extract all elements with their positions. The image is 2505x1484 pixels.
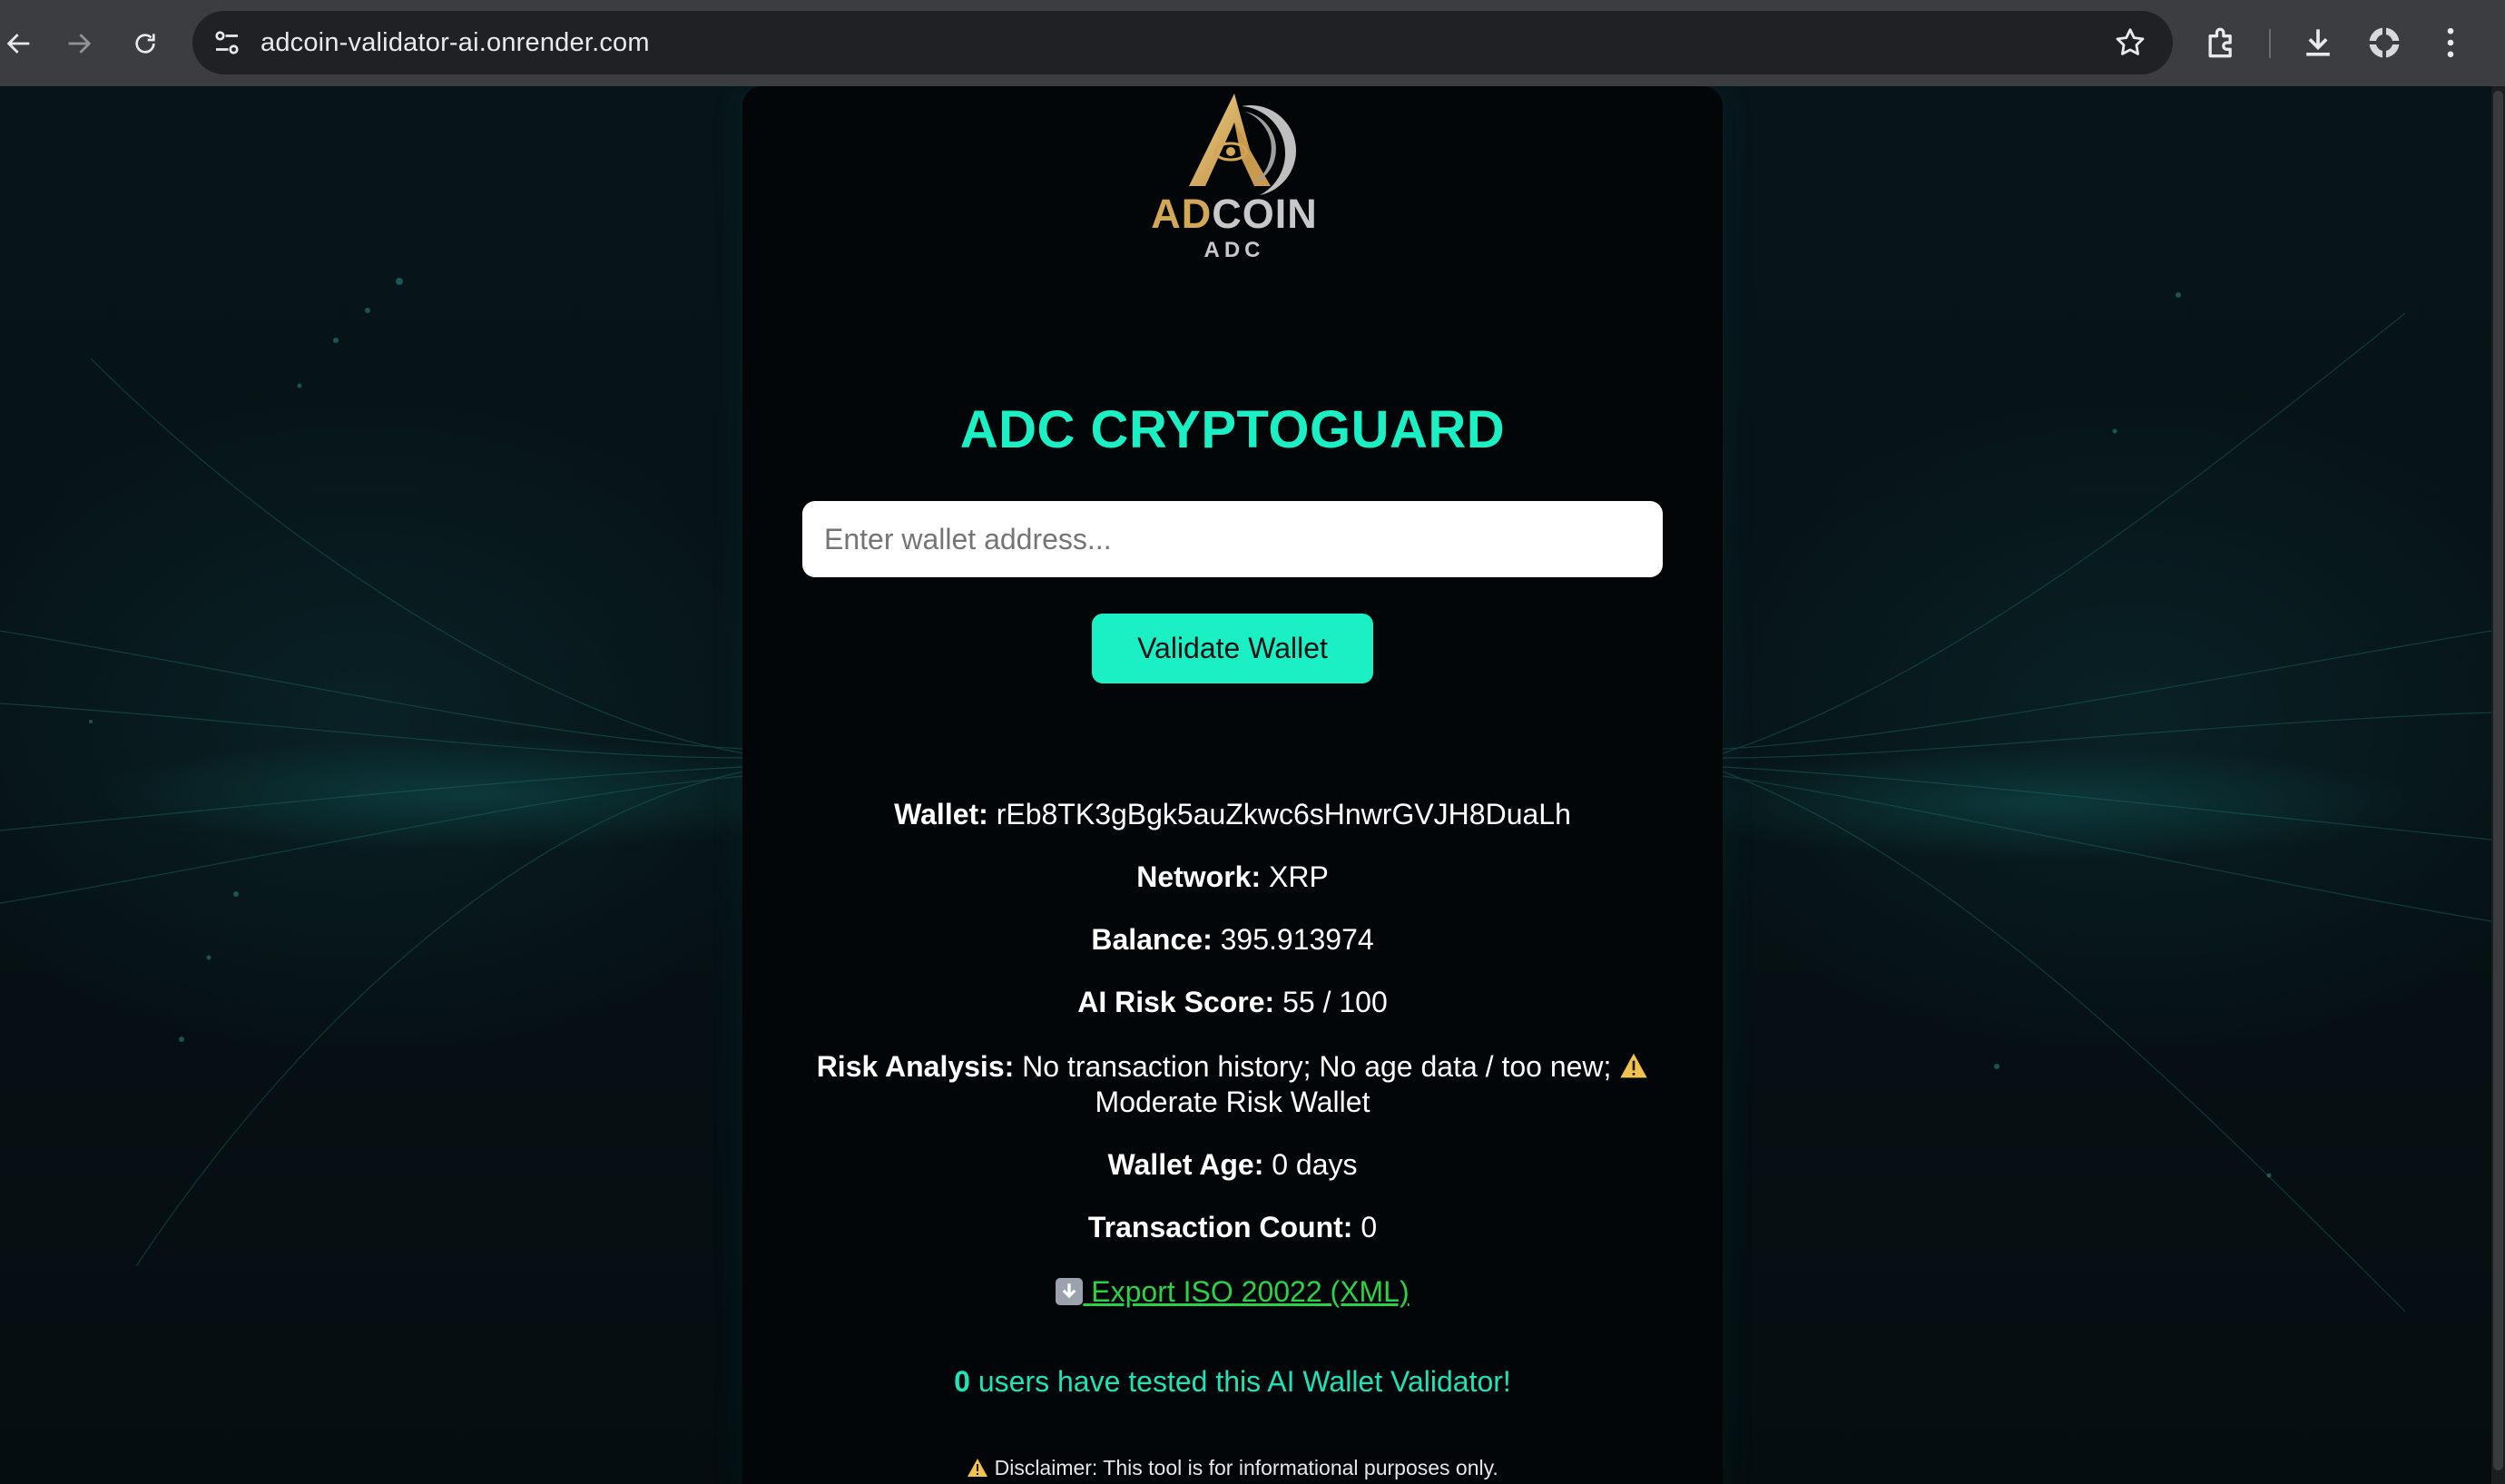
- tx-count-row: Transaction Count: 0: [788, 1210, 1677, 1245]
- toolbar-separator: [2269, 29, 2271, 58]
- forward-arrow-icon: [68, 34, 92, 54]
- wallet-age-row: Wallet Age: 0 days: [788, 1147, 1677, 1183]
- network-value: XRP: [1269, 860, 1329, 893]
- wallet-age-value: 0 days: [1272, 1148, 1358, 1181]
- brand-ticker: ADC: [1203, 238, 1265, 262]
- bookmark-star-icon[interactable]: [2113, 25, 2147, 60]
- disclaimer-text: Disclaimer: This tool is for information…: [994, 1456, 1498, 1479]
- risk-analysis-value: No transaction history; No age data / to…: [1022, 1050, 1612, 1083]
- site-settings-icon[interactable]: [211, 26, 243, 59]
- download-icon[interactable]: [2298, 23, 2338, 63]
- users-count: 0: [954, 1365, 970, 1398]
- wallet-age-label: Wallet Age:: [1107, 1148, 1264, 1181]
- wallet-address-input[interactable]: [802, 501, 1663, 577]
- warning-icon: [1620, 1053, 1647, 1078]
- tx-count-label: Transaction Count:: [1087, 1211, 1353, 1243]
- back-arrow-icon: [6, 34, 30, 54]
- users-tested-line: 0 users have tested this AI Wallet Valid…: [788, 1365, 1677, 1399]
- page-background: [0, 86, 2491, 1484]
- wallet-label: Wallet:: [894, 798, 988, 830]
- export-iso-link[interactable]: Export ISO 20022 (XML): [788, 1275, 1677, 1309]
- page-title: ADC CRYPTOGUARD: [959, 400, 1506, 459]
- users-text: users have tested this AI Wallet Validat…: [977, 1365, 1511, 1398]
- validator-card: [742, 86, 1723, 1484]
- risk-analysis-row: Risk Analysis: No transaction history; N…: [788, 1049, 1677, 1120]
- tx-count-value: 0: [1361, 1211, 1378, 1243]
- extensions-icon[interactable]: [2202, 23, 2242, 63]
- reload-icon: [135, 34, 155, 54]
- browser-toolbar: adcoin-validator-ai.onrender.com: [0, 0, 2505, 86]
- balance-value: 395.913974: [1220, 923, 1374, 956]
- balance-row: Balance: 395.913974: [788, 922, 1677, 958]
- profile-icon[interactable]: [2364, 23, 2404, 63]
- balance-label: Balance:: [1091, 923, 1213, 956]
- validate-wallet-button[interactable]: Validate Wallet: [1092, 614, 1373, 683]
- risk-analysis-label: Risk Analysis:: [816, 1050, 1015, 1083]
- address-bar[interactable]: adcoin-validator-ai.onrender.com: [192, 11, 2173, 74]
- reload-button[interactable]: [126, 25, 164, 63]
- wallet-row: Wallet: rEb8TK3gBgk5auZkwc6sHnwrGVJH8Dua…: [788, 797, 1677, 832]
- wallet-value: rEb8TK3gBgk5auZkwc6sHnwrGVJH8DuaLh: [996, 798, 1571, 830]
- network-row: Network: XRP: [788, 860, 1677, 895]
- disclaimer: Disclaimer: This tool is for information…: [788, 1456, 1677, 1480]
- risk-score-row: AI Risk Score: 55 / 100: [788, 985, 1677, 1020]
- scrollbar-thumb[interactable]: [2493, 91, 2503, 1470]
- export-link-label[interactable]: Export ISO 20022 (XML): [1091, 1275, 1409, 1308]
- risk-score-label: AI Risk Score:: [1077, 986, 1275, 1018]
- warning-icon: [968, 1459, 988, 1477]
- back-button[interactable]: [0, 25, 38, 63]
- risk-verdict: Moderate Risk Wallet: [1095, 1086, 1370, 1118]
- menu-kebab-icon[interactable]: [2431, 23, 2471, 63]
- network-label: Network:: [1136, 860, 1262, 893]
- forward-button[interactable]: [60, 25, 98, 63]
- brand-name: ADCOIN: [1151, 191, 1318, 237]
- download-box-icon: [1056, 1278, 1084, 1305]
- url-text[interactable]: adcoin-validator-ai.onrender.com: [260, 11, 650, 74]
- risk-score-value: 55 / 100: [1282, 986, 1388, 1018]
